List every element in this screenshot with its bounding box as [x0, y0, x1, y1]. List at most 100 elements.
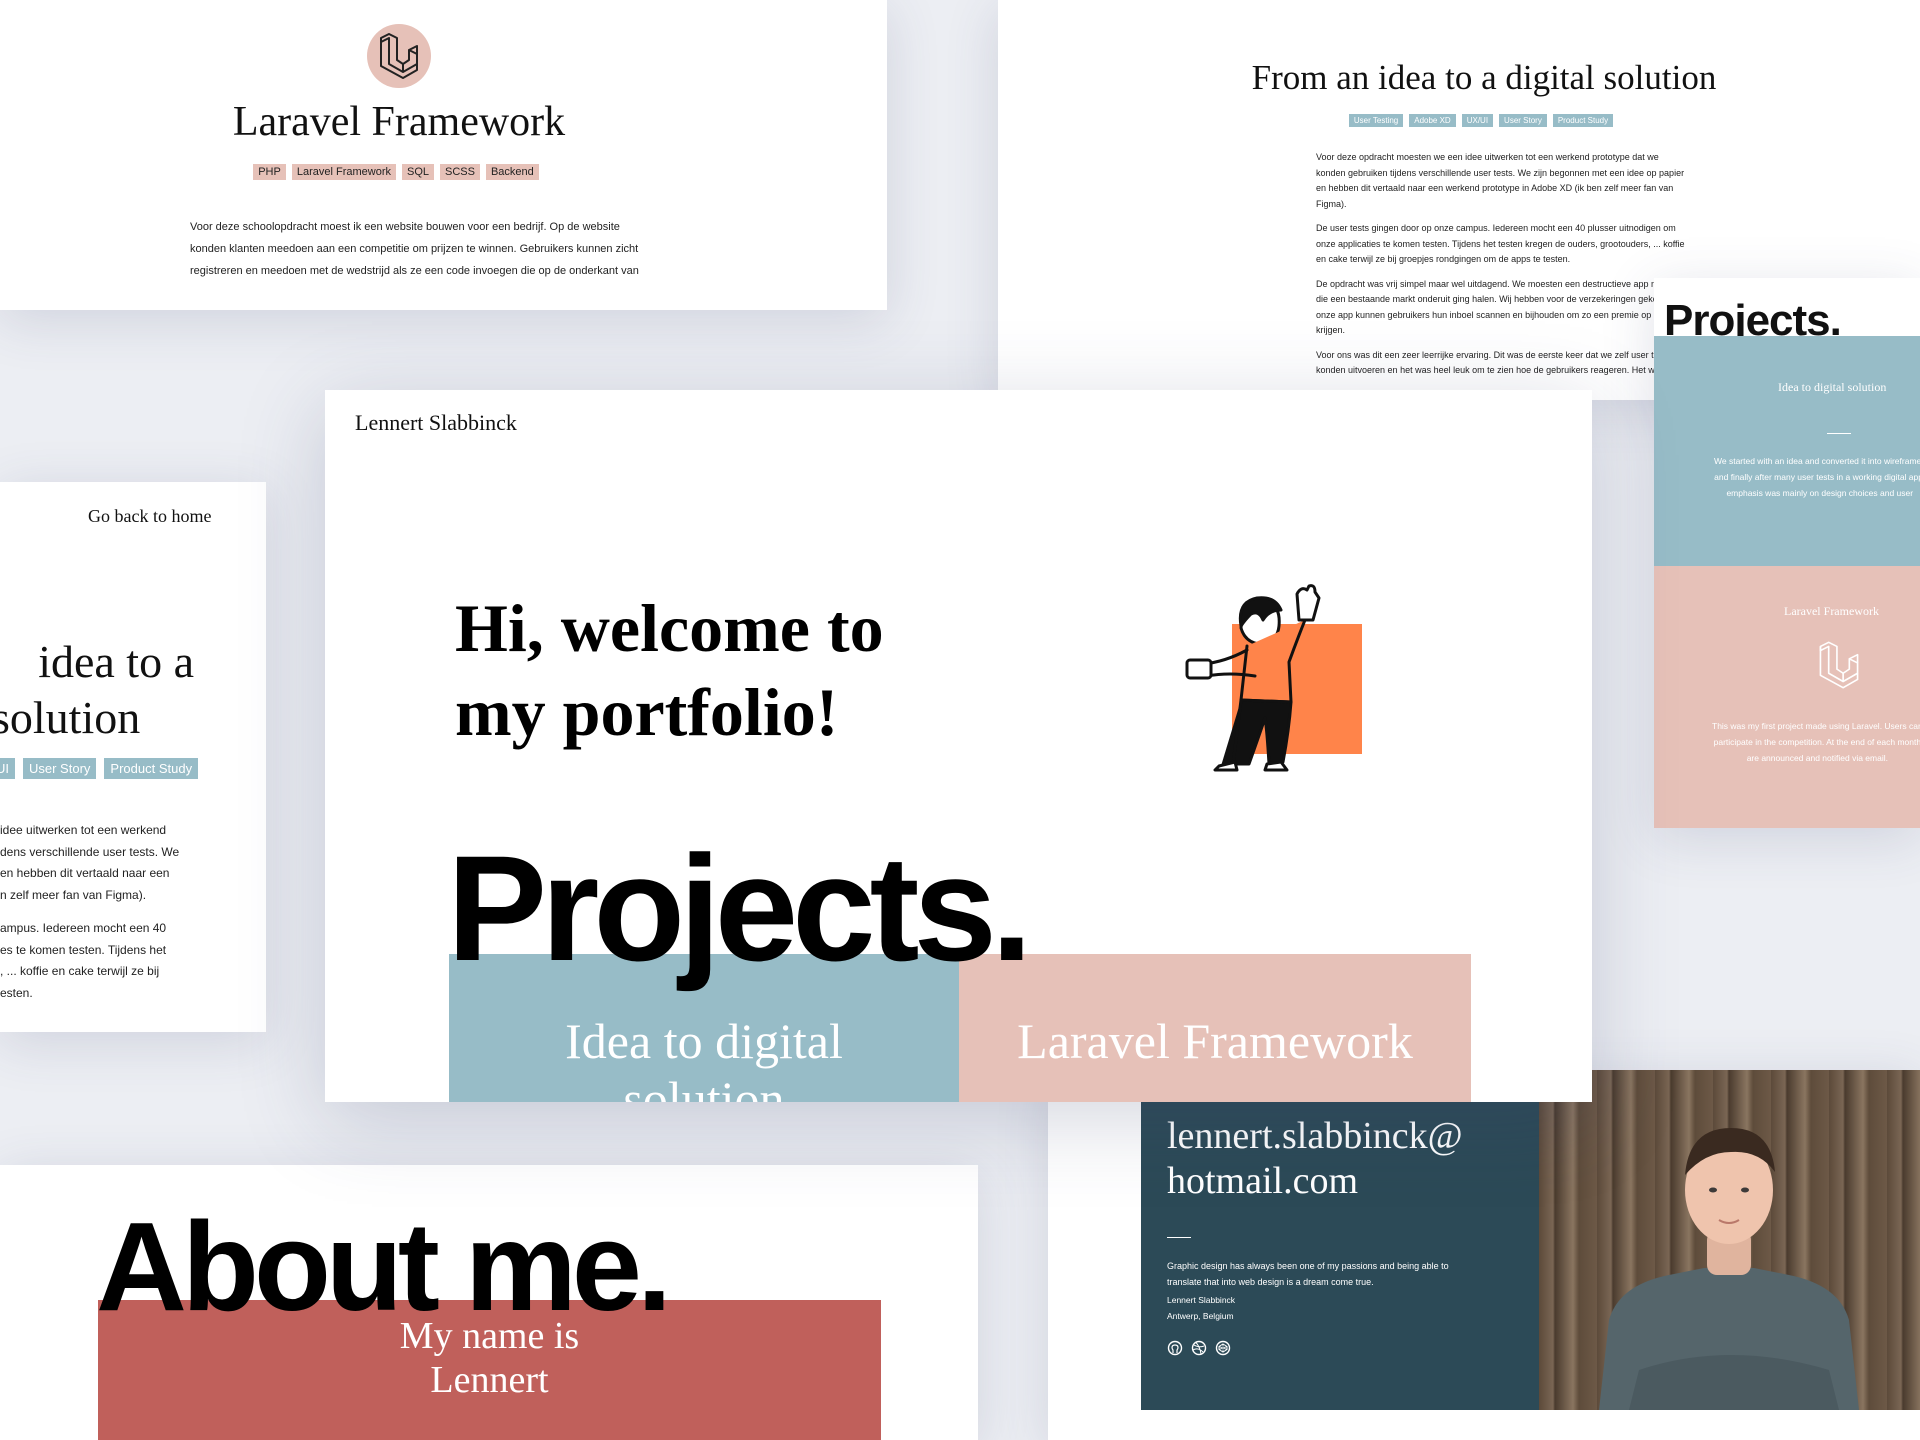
- about-heading: About me.: [96, 1196, 672, 1337]
- tag: Product Study: [104, 758, 199, 779]
- laravel-logo: [367, 24, 431, 88]
- back-home-link[interactable]: Go back to home: [88, 506, 211, 527]
- tag: UX/UI: [1461, 114, 1494, 127]
- paragraph-line: en hebben dit vertaald naar een werkend …: [1316, 183, 1674, 193]
- paragraph-line: onze app kunnen gebruikers hun inboel sc…: [1316, 309, 1684, 320]
- social-icons: [1167, 1340, 1231, 1356]
- paragraph-line: idee uitwerken tot een werkend: [0, 823, 167, 837]
- paragraph-line: dens verschillende user tests. We: [0, 844, 180, 859]
- contact-card: lennert.slabbinck@ hotmail.com Graphic d…: [1048, 1070, 1920, 1440]
- paragraph-line: registreren en meedoen met de wedstrijd …: [190, 265, 639, 277]
- paragraph-line: , ... koffie en cake terwijl ze bij: [0, 964, 160, 978]
- hero-line: my portfolio!: [455, 674, 839, 750]
- paragraph-line: en hebben dit vertaald naar een: [0, 866, 170, 880]
- tag: SCSS: [440, 164, 480, 180]
- paragraph-line: esten.: [0, 985, 33, 1000]
- paragraph-line: konden uitvoeren en het was heel leuk om…: [1316, 365, 1699, 375]
- detail-tags: UI User Story Product Study: [0, 758, 206, 779]
- laravel-card-title: Laravel Framework: [232, 99, 566, 145]
- paragraph-line: Voor deze schoolopdracht moest ik een we…: [190, 221, 620, 233]
- contact-details: Lennert Slabbinck Antwerp, Belgium: [1167, 1292, 1235, 1324]
- contact-name: Lennert Slabbinck: [1167, 1295, 1236, 1305]
- tag: User Testing: [1348, 114, 1404, 127]
- contact-email[interactable]: lennert.slabbinck@ hotmail.com: [1167, 1114, 1463, 1204]
- paragraph-line: es te komen testen. Tijdens het: [0, 942, 167, 957]
- tag: Laravel Framework: [291, 164, 396, 180]
- contact-location: Antwerp, Belgium: [1167, 1311, 1234, 1321]
- projects-preview-card: Projects. Idea to digital solution We st…: [1654, 278, 1920, 828]
- contact-divider: [1167, 1237, 1191, 1238]
- text-line: We started with an idea and converted it…: [1714, 456, 1920, 466]
- laravel-card-tags: PHP Laravel Framework SQL SCSS Backend: [0, 160, 798, 180]
- paragraph-line: en cake terwijl ze bij groepjes rondging…: [1316, 254, 1571, 264]
- tile-title: Laravel Framework: [1784, 604, 1879, 618]
- idea-detail-card: Go back to home idea to a solution UI Use…: [0, 482, 266, 1032]
- dribbble-icon[interactable]: [1191, 1340, 1207, 1356]
- about-line: Lennert: [430, 1359, 549, 1401]
- contact-panel: lennert.slabbinck@ hotmail.com Graphic d…: [1141, 1100, 1539, 1410]
- title-line: idea to a: [38, 636, 194, 687]
- idea-card-title: From an idea to a digital solution: [1251, 58, 1717, 97]
- project-tile-idea[interactable]: Idea to digital solution We started with…: [1654, 336, 1920, 566]
- laravel-icon: [1819, 641, 1859, 689]
- projects-heading: Projects.: [447, 824, 1033, 992]
- text-line: and finally after many user tests in a w…: [1714, 472, 1920, 482]
- hero-line: Hi, welcome to: [455, 590, 884, 666]
- tile-title: Idea to digital solution: [1778, 380, 1887, 394]
- paragraph-line: ampus. Iedereen mocht een 40: [0, 921, 167, 935]
- tag: User Story: [23, 758, 97, 779]
- tile-divider: [1827, 433, 1851, 434]
- paragraph-line: die een bestaande markt onderuit ging ha…: [1316, 294, 1685, 304]
- paragraph-line: Voor ons was dit een zeer leerrijke erva…: [1316, 349, 1671, 360]
- paragraph-line: onze applicaties te komen testen. Tijden…: [1316, 238, 1685, 249]
- github-icon[interactable]: [1167, 1340, 1183, 1356]
- tile-title: Laravel Framework: [1017, 1013, 1413, 1069]
- paragraph-line: De opdracht was vrij simpel maar wel uit…: [1316, 278, 1679, 289]
- project-tile-laravel[interactable]: Laravel Framework This was my first proj…: [1654, 566, 1920, 828]
- email-line: hotmail.com: [1167, 1160, 1359, 1202]
- home-card: Lennert Slabbinck Hi, welcome to my port…: [325, 390, 1592, 1102]
- text-line: Graphic design has always been one of my…: [1167, 1261, 1449, 1271]
- tag: User Story: [1499, 114, 1547, 127]
- tile-title: Idea to digital solution: [449, 1012, 959, 1102]
- paragraph-line: n zelf meer fan van Figma).: [0, 887, 147, 902]
- text-line: This was my first project made using Lar…: [1712, 721, 1920, 731]
- text-line: participate in the competition. At the e…: [1713, 737, 1920, 747]
- laravel-icon: [380, 33, 418, 79]
- tile-title-line: solution: [623, 1071, 785, 1102]
- tag: PHP: [253, 164, 286, 180]
- paragraph-line: Voor deze opdracht moesten we een idee u…: [1316, 152, 1659, 162]
- laravel-card-paragraph: Voor deze schoolopdracht moest ik een we…: [190, 216, 639, 282]
- tile-text: We started with an idea and converted it…: [1714, 453, 1920, 501]
- profile-photo: [1539, 1070, 1920, 1410]
- text-line: translate that into web design is a drea…: [1167, 1277, 1374, 1287]
- codepen-icon[interactable]: [1215, 1340, 1231, 1356]
- hero-heading: Hi, welcome to my portfolio!: [455, 586, 884, 754]
- tag: Adobe XD: [1409, 114, 1456, 127]
- paragraph-line: konden klanten meedoen aan een competiti…: [190, 243, 639, 255]
- tile-text: This was my first project made using Lar…: [1712, 718, 1920, 766]
- detail-title: idea to a: [38, 634, 194, 690]
- paragraph-line: Figma).: [1316, 198, 1347, 209]
- idea-card-paragraph: Voor deze opdracht moesten we een idee u…: [1316, 150, 1698, 379]
- detail-title-2: solution: [0, 692, 141, 743]
- paragraph-line: De user tests gingen door op onze campus…: [1316, 223, 1676, 233]
- tile-title-line: Idea to digital: [565, 1013, 843, 1069]
- project-tile-laravel[interactable]: Laravel Framework: [959, 954, 1471, 1102]
- tag: Backend: [485, 164, 539, 180]
- about-card: My name is Lennert About me.: [0, 1165, 978, 1440]
- tag: SQL: [401, 164, 434, 180]
- brand-logo[interactable]: Lennert Slabbinck: [355, 410, 517, 436]
- paragraph-line: konden gebruiken tijdens verschillende u…: [1316, 167, 1685, 178]
- detail-paragraph: idee uitwerken tot een werkend dens vers…: [0, 820, 179, 1004]
- tag: UI: [0, 758, 15, 779]
- idea-card-tags: User Testing Adobe XD UX/UI User Story Produ…: [998, 108, 1920, 127]
- text-line: emphasis was mainly on design choices an…: [1726, 488, 1914, 498]
- paragraph-line: krijgen.: [1316, 325, 1346, 335]
- laravel-project-card: Laravel Framework PHP Laravel Framework SQ…: [0, 0, 887, 310]
- tag: Product Study: [1552, 114, 1614, 127]
- email-line: lennert.slabbinck@: [1167, 1115, 1463, 1157]
- text-line: are announced and notified via email.: [1746, 753, 1888, 763]
- contact-description: Graphic design has always been one of my…: [1167, 1258, 1449, 1290]
- person-silhouette: [1599, 1128, 1859, 1410]
